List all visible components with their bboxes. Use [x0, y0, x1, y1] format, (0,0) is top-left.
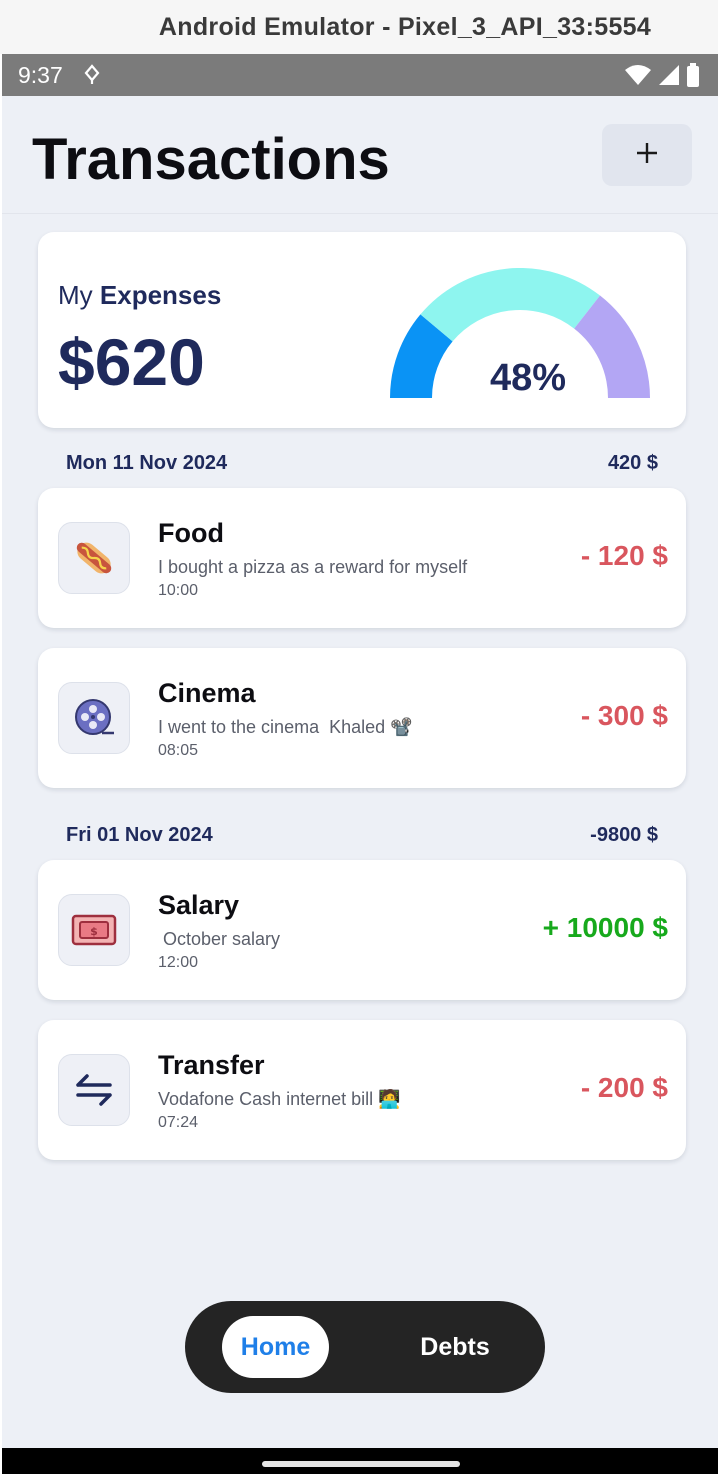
transaction-amount: + 10000 $ — [542, 912, 668, 943]
group-total: 420 $ — [607, 452, 658, 474]
emulator-window-title: Android Emulator - Pixel_3_API_33:5554 — [0, 0, 718, 54]
transaction-title: Cinema — [158, 678, 256, 708]
transaction-amount: - 200 $ — [580, 1072, 668, 1103]
status-icons — [624, 63, 700, 93]
wifi-icon — [624, 64, 652, 92]
battery-icon — [686, 63, 700, 93]
status-bar: 9:37 — [2, 54, 718, 96]
transaction-title: Transfer — [158, 1050, 265, 1080]
signal-icon — [658, 64, 680, 92]
expenses-label-prefix: My — [58, 280, 93, 310]
group-date: Fri 01 Nov 2024 — [66, 824, 213, 846]
transaction-description: I bought a pizza as a reward for myself — [158, 557, 468, 577]
status-time: 9:37 — [18, 62, 63, 88]
money-ticket-icon: $ — [58, 894, 130, 966]
hotdog-icon — [58, 522, 130, 594]
transaction-time: 07:24 — [158, 1114, 199, 1131]
transaction-card-cinema[interactable]: Cinema I went to the cinema Khaled 📽️ 08… — [38, 648, 686, 788]
group-total: -9800 $ — [590, 824, 658, 846]
expenses-summary-card: My Expenses $620 48% — [38, 232, 686, 428]
svg-text:$: $ — [90, 925, 98, 938]
transaction-card-salary[interactable]: $ Salary October salary 12:00 + 10000 $ — [38, 860, 686, 1000]
group-date: Mon 11 Nov 2024 — [66, 452, 228, 474]
transaction-description: October salary — [158, 929, 281, 949]
expenses-percent: 48% — [489, 357, 567, 399]
transaction-time: 12:00 — [158, 954, 199, 971]
transaction-amount: - 120 $ — [580, 540, 668, 571]
location-icon — [82, 63, 102, 87]
expenses-label-strong: Expenses — [99, 280, 222, 310]
transaction-time: 10:00 — [158, 582, 199, 599]
transaction-title: Food — [158, 518, 224, 548]
film-reel-icon — [58, 682, 130, 754]
transaction-amount: - 300 $ — [580, 700, 668, 731]
bottom-navigation: Home Debts — [185, 1301, 545, 1393]
transaction-card-food[interactable]: Food I bought a pizza as a reward for my… — [38, 488, 686, 628]
expenses-label: My Expenses — [58, 280, 221, 311]
nav-debts-tab[interactable]: Debts — [401, 1316, 509, 1378]
date-group-header: Mon 11 Nov 2024 420 $ — [66, 452, 658, 475]
transaction-time: 08:05 — [158, 742, 199, 759]
home-gesture-handle[interactable] — [262, 1461, 460, 1467]
page-title: Transactions — [32, 127, 390, 192]
nav-home-tab[interactable]: Home — [222, 1316, 329, 1378]
transaction-title: Salary — [158, 890, 240, 920]
transfer-arrows-icon — [58, 1054, 130, 1126]
expenses-amount: $620 — [58, 325, 205, 399]
gauge-segment-low — [390, 314, 454, 399]
date-group-header: Fri 01 Nov 2024 -9800 $ — [66, 824, 658, 847]
transaction-description: I went to the cinema Khaled 📽️ — [158, 717, 413, 737]
device-screen: 9:37 Transactions My Expenses $620 48% M… — [2, 54, 718, 1474]
gesture-navigation-bar — [2, 1448, 718, 1474]
transaction-card-transfer[interactable]: Transfer Vodafone Cash internet bill 🧑‍💻… — [38, 1020, 686, 1160]
app-header: Transactions — [2, 96, 718, 214]
plus-icon — [636, 142, 658, 169]
transaction-description: Vodafone Cash internet bill 🧑‍💻 — [158, 1089, 401, 1109]
add-transaction-button[interactable] — [602, 124, 692, 186]
gauge-segment-mid — [420, 268, 601, 342]
